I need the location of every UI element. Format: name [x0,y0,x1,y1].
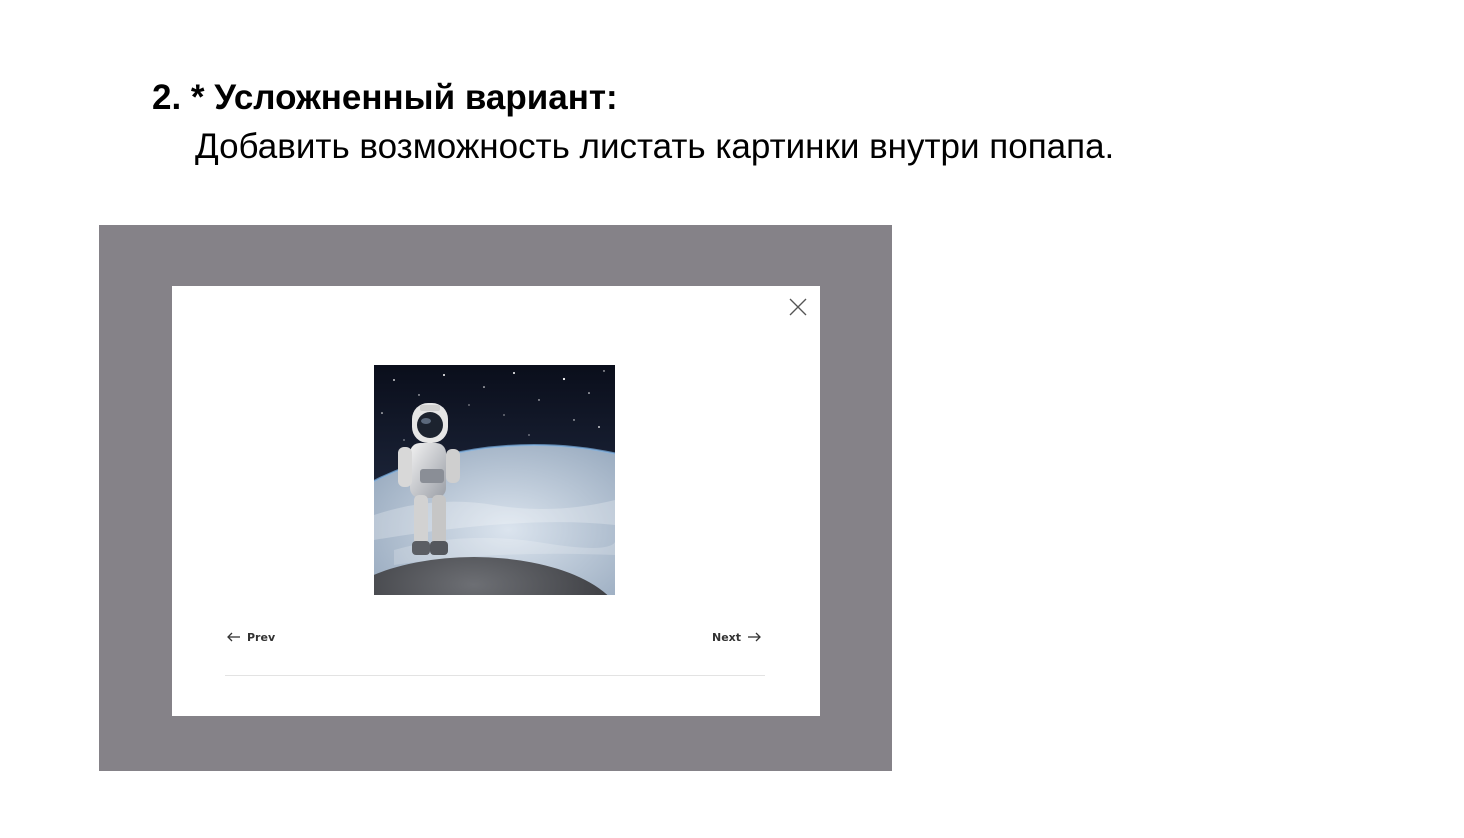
arrow-right-icon [747,632,761,642]
task-heading: 2. * Усложненный вариант: [152,78,618,117]
popup-divider [225,675,765,676]
close-icon[interactable] [787,296,809,318]
prev-button[interactable]: Prev [227,628,275,646]
prev-label: Prev [247,630,276,644]
arrow-left-icon [227,632,241,642]
next-button[interactable]: Next [712,628,761,646]
task-description: Добавить возможность листать картинки вн… [195,127,1115,166]
image-popup: Prev Next [172,286,820,716]
next-label: Next [712,630,742,644]
slide: 2. * Усложненный вариант: Добавить возмо… [0,0,1464,838]
popup-image [374,365,615,595]
popup-overlay[interactable]: Prev Next [99,225,892,771]
